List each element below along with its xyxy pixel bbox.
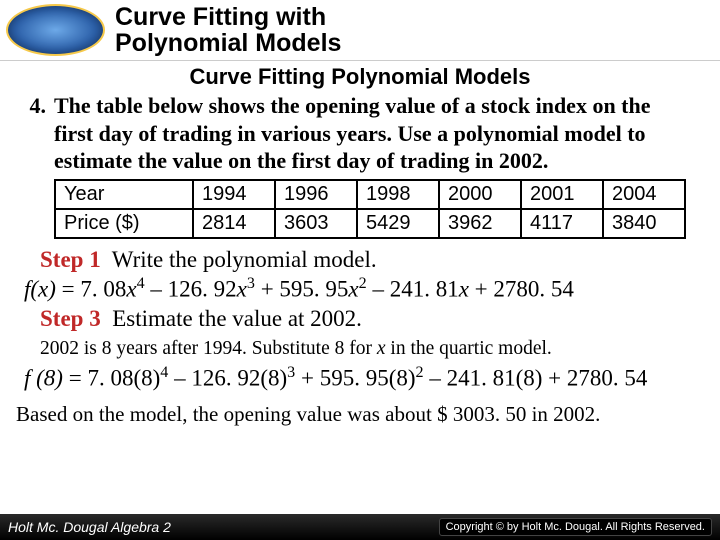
cell: 2814 <box>193 209 275 238</box>
cell: 3603 <box>275 209 357 238</box>
cell: 1994 <box>193 180 275 209</box>
data-table: Year 1994 1996 1998 2000 2001 2004 Price… <box>54 179 686 239</box>
footer-right: Copyright © by Holt Mc. Dougal. All Righ… <box>439 518 712 536</box>
cell: 3962 <box>439 209 521 238</box>
step-3: Step 3 Estimate the value at 2002. <box>40 306 692 332</box>
slide-header: Curve Fitting with Polynomial Models <box>0 0 720 61</box>
cell: 2001 <box>521 180 603 209</box>
cell: 2004 <box>603 180 685 209</box>
subtitle: Curve Fitting Polynomial Models <box>0 64 720 90</box>
evaluated-equation: f (8) = 7. 08(8)4 – 126. 92(8)3 + 595. 9… <box>24 364 692 392</box>
problem-number: 4. <box>10 92 54 175</box>
cell: 3840 <box>603 209 685 238</box>
table-row: Year 1994 1996 1998 2000 2001 2004 <box>55 180 685 209</box>
row-label: Price ($) <box>55 209 193 238</box>
step-text: Estimate the value at 2002. <box>112 306 362 331</box>
footer-left: Holt Mc. Dougal Algebra 2 <box>8 519 171 535</box>
content-area: 4. The table below shows the opening val… <box>0 92 720 427</box>
cell: 2000 <box>439 180 521 209</box>
cell: 4117 <box>521 209 603 238</box>
step-1: Step 1 Write the polynomial model. <box>40 247 692 273</box>
cell: 1998 <box>357 180 439 209</box>
slide-footer: Holt Mc. Dougal Algebra 2 Copyright © by… <box>0 514 720 540</box>
cell: 5429 <box>357 209 439 238</box>
header-title: Curve Fitting with Polynomial Models <box>115 4 341 57</box>
substitution-note: 2002 is 8 years after 1994. Substitute 8… <box>40 338 692 360</box>
step-label: Step 1 <box>40 247 101 272</box>
conclusion: Based on the model, the opening value wa… <box>16 402 692 427</box>
logo-oval-icon <box>6 4 105 56</box>
problem-statement: 4. The table below shows the opening val… <box>10 92 692 175</box>
polynomial-equation: f(x) = 7. 08x4 – 126. 92x3 + 595. 95x2 –… <box>24 275 692 303</box>
step-text: Write the polynomial model. <box>112 247 377 272</box>
row-label: Year <box>55 180 193 209</box>
step-label: Step 3 <box>40 306 101 331</box>
problem-text: The table below shows the opening value … <box>54 92 692 175</box>
table-row: Price ($) 2814 3603 5429 3962 4117 3840 <box>55 209 685 238</box>
cell: 1996 <box>275 180 357 209</box>
